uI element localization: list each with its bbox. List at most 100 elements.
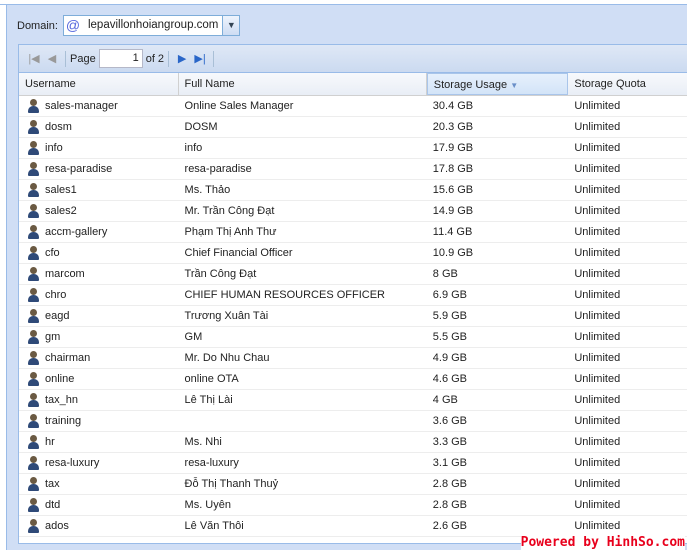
table-row[interactable]: gm GM 5.5 GB Unlimited [19,327,687,348]
full-name-cell: Chief Financial Officer [184,247,293,259]
page-input[interactable]: 1 [98,49,143,68]
grid-body: sales-manager Online Sales Manager 30.4 … [19,96,687,537]
table-row[interactable]: sales1 Ms. Thảo 15.6 GB Unlimited [19,180,687,201]
user-icon [27,309,40,323]
table-row[interactable]: chairman Mr. Do Nhu Chau 4.9 GB Unlimite… [19,348,687,369]
main-panel: Domain: @ lepavillonhoiangroup.com ▼ |◀ … [6,5,687,550]
storage-quota-cell: Unlimited [574,247,621,259]
username: sales-manager [45,100,118,112]
table-row[interactable]: sales-manager Online Sales Manager 30.4 … [19,96,687,117]
user-icon [27,477,40,491]
username-cell: ados [19,516,179,536]
table-row[interactable]: accm-gallery Phạm Thị Anh Thư 11.4 GB Un… [19,222,687,243]
storage-quota-cell: Unlimited [574,436,621,448]
first-page-icon[interactable]: |◀ [25,52,43,65]
storage-quota-cell: Unlimited [574,415,621,427]
username: dosm [45,121,72,133]
table-row[interactable]: tax Đỗ Thị Thanh Thuỷ 2.8 GB Unlimited [19,474,687,495]
table-row[interactable]: resa-luxury resa-luxury 3.1 GB Unlimited [19,453,687,474]
user-icon [27,204,40,218]
full-name-cell: Lê Thị Lài [184,394,233,406]
storage-quota-cell: Unlimited [574,121,621,133]
full-name-cell: Phạm Thị Anh Thư [184,226,277,238]
storage-quota-cell: Unlimited [574,163,621,175]
user-icon [27,498,40,512]
user-icon [27,414,40,428]
page-count: of 2 [145,52,165,65]
table-row[interactable]: resa-paradise resa-paradise 17.8 GB Unli… [19,159,687,180]
username: info [45,142,63,154]
username: online [45,373,75,385]
user-icon [27,246,40,260]
domain-select[interactable]: @ lepavillonhoiangroup.com ▼ [62,15,241,36]
username: eagd [45,310,70,322]
full-name-cell: Ms. Uyên [184,499,231,511]
table-row[interactable]: chro CHIEF HUMAN RESOURCES OFFICER 6.9 G… [19,285,687,306]
username-cell: marcom [19,264,179,284]
full-name-cell: resa-paradise [184,163,252,175]
domain-row: Domain: @ lepavillonhoiangroup.com ▼ [17,15,241,36]
table-row[interactable]: dosm DOSM 20.3 GB Unlimited [19,117,687,138]
storage-usage-cell: 3.3 GB [432,436,468,448]
column-header-full-name[interactable]: Full Name [179,73,427,95]
table-row[interactable]: dtd Ms. Uyên 2.8 GB Unlimited [19,495,687,516]
column-header-storage-usage[interactable]: Storage Usage ▼ [426,73,569,95]
storage-quota-cell: Unlimited [574,184,621,196]
username-cell: sales2 [19,201,179,221]
username: training [45,415,82,427]
page-label: Page [70,52,96,65]
storage-usage-cell: 2.8 GB [432,499,468,511]
full-name-cell: Đỗ Thị Thanh Thuỷ [184,478,279,490]
username-cell: accm-gallery [19,222,179,242]
table-row[interactable]: online online OTA 4.6 GB Unlimited [19,369,687,390]
storage-usage-cell: 3.6 GB [432,415,468,427]
prev-page-icon[interactable]: ◀ [43,52,61,65]
username-cell: training [19,411,179,431]
username-cell: dosm [19,117,179,137]
next-page-icon[interactable]: ▶ [173,52,191,65]
username: sales2 [45,205,77,217]
username-cell: info [19,138,179,158]
user-icon [27,435,40,449]
username: chairman [45,352,91,364]
full-name-cell: Lê Văn Thôi [184,520,244,532]
table-row[interactable]: hr Ms. Nhi 3.3 GB Unlimited [19,432,687,453]
column-header-username[interactable]: Username [19,73,179,95]
full-name-cell: CHIEF HUMAN RESOURCES OFFICER [184,289,385,301]
username-cell: chairman [19,348,179,368]
full-name-cell [179,411,427,431]
username: marcom [45,268,85,280]
paging-toolbar: |◀ ◀ Page 1 of 2 ▶ ▶| [19,45,687,73]
divider [213,50,215,67]
storage-usage-cell: 4 GB [432,394,458,406]
username-cell: hr [19,432,179,452]
storage-quota-cell: Unlimited [574,310,621,322]
table-row[interactable]: sales2 Mr. Trần Công Đạt 14.9 GB Unlimit… [19,201,687,222]
user-icon [27,351,40,365]
watermark: Powered by HinhSo.com [520,535,685,550]
user-icon [27,267,40,281]
table-row[interactable]: eagd Trương Xuân Tài 5.9 GB Unlimited [19,306,687,327]
table-row[interactable]: marcom Trần Công Đạt 8 GB Unlimited [19,264,687,285]
table-row[interactable]: ados Lê Văn Thôi 2.6 GB Unlimited [19,516,687,537]
storage-quota-cell: Unlimited [574,352,621,364]
table-row[interactable]: tax_hn Lê Thị Lài 4 GB Unlimited [19,390,687,411]
table-row[interactable]: training 3.6 GB Unlimited [19,411,687,432]
table-row[interactable]: cfo Chief Financial Officer 10.9 GB Unli… [19,243,687,264]
user-icon [27,99,40,113]
chevron-down-icon[interactable]: ▼ [222,16,240,35]
full-name-cell: Trương Xuân Tài [184,310,269,322]
storage-usage-cell: 14.9 GB [432,205,474,217]
storage-usage-cell: 5.5 GB [432,331,468,343]
username-cell: online [19,369,179,389]
storage-quota-cell: Unlimited [574,520,621,532]
column-header-storage-quota[interactable]: Storage Quota [568,73,687,95]
last-page-icon[interactable]: ▶| [191,52,209,65]
table-row[interactable]: info info 17.9 GB Unlimited [19,138,687,159]
divider [65,50,66,67]
storage-quota-cell: Unlimited [574,394,621,406]
username-cell: chro [19,285,179,305]
full-name-cell: Ms. Nhi [184,436,222,448]
user-icon [27,141,40,155]
username-cell: resa-luxury [19,453,179,473]
